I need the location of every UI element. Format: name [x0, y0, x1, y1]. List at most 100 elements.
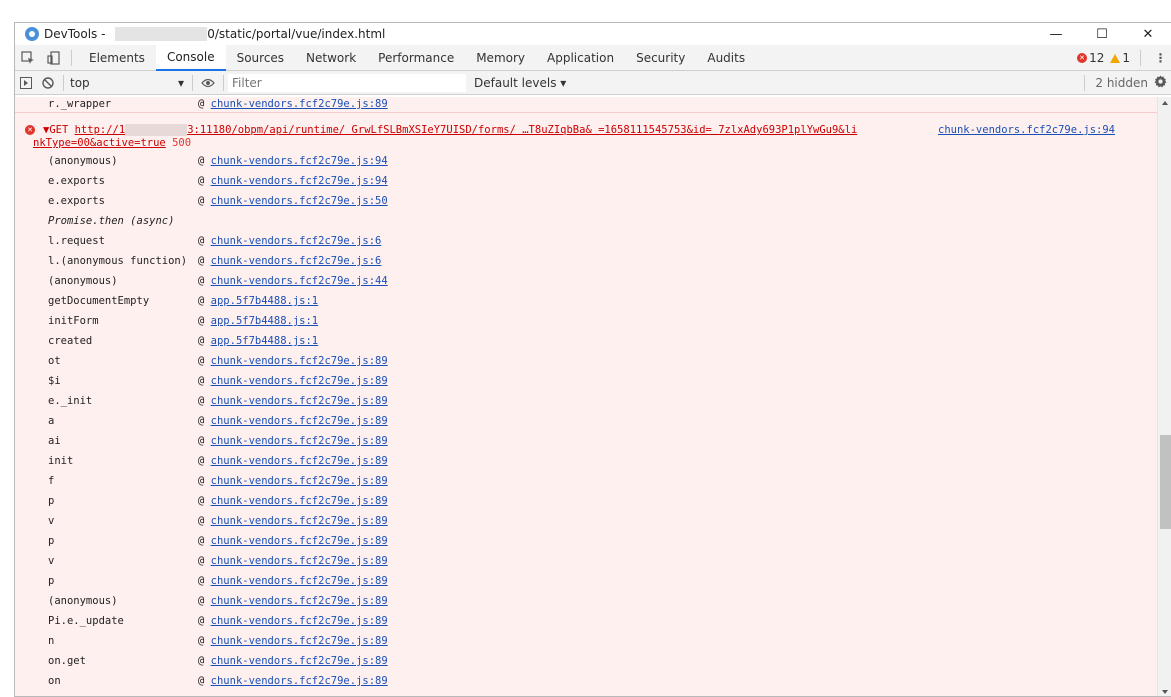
show-sidebar-icon[interactable] [15, 71, 37, 95]
source-link[interactable]: chunk-vendors.fcf2c79e.js:50 [211, 195, 388, 207]
filter-input[interactable] [228, 73, 466, 92]
source-link[interactable]: chunk-vendors.fcf2c79e.js:89 [211, 655, 388, 667]
stack-frame-location: @ chunk-vendors.fcf2c79e.js:94 [198, 175, 388, 187]
tab-console[interactable]: Console [155, 44, 226, 71]
chevron-down-icon: ▾ [177, 75, 184, 90]
request-url-start[interactable]: http://1 [75, 124, 126, 136]
warning-count-badge[interactable]: 1 [1110, 51, 1130, 65]
vertical-scrollbar[interactable] [1157, 97, 1171, 696]
error-source-link[interactable]: chunk-vendors.fcf2c79e.js:94 [938, 123, 1115, 137]
request-url-tail[interactable]: nkType=00&active=true [33, 137, 166, 149]
source-link[interactable]: chunk-vendors.fcf2c79e.js:89 [211, 615, 388, 627]
stack-frame-function: getDocumentEmpty [48, 295, 150, 307]
source-link[interactable]: app.5f7b4488.js:1 [211, 295, 318, 307]
source-link[interactable]: chunk-vendors.fcf2c79e.js:89 [211, 435, 388, 447]
error-message[interactable]: ▼GET http://1 3:11180/obpm/api/runtime/ G… [43, 123, 857, 137]
tab-application[interactable]: Application [536, 45, 625, 71]
source-link[interactable]: chunk-vendors.fcf2c79e.js:89 [211, 575, 388, 587]
source-link[interactable]: chunk-vendors.fcf2c79e.js:89 [211, 355, 388, 367]
stack-frame-row: v @ chunk-vendors.fcf2c79e.js:89 [15, 511, 1157, 531]
source-link[interactable]: app.5f7b4488.js:1 [211, 335, 318, 347]
console-output[interactable]: r._wrapper @ chunk-vendors.fcf2c79e.js:8… [15, 97, 1157, 696]
source-link[interactable]: chunk-vendors.fcf2c79e.js:89 [211, 375, 388, 387]
stack-frame-row: init @ chunk-vendors.fcf2c79e.js:89 [15, 451, 1157, 471]
stack-frame-location: @ chunk-vendors.fcf2c79e.js:89 [198, 415, 388, 427]
scroll-down-icon[interactable] [1162, 690, 1168, 694]
stack-frame-row: on.get @ chunk-vendors.fcf2c79e.js:89 [15, 651, 1157, 671]
source-link[interactable]: chunk-vendors.fcf2c79e.js:89 [211, 395, 388, 407]
tab-memory[interactable]: Memory [465, 45, 536, 71]
panel-tab-bar: Elements Console Sources Network Perform… [15, 44, 1171, 71]
stack-frame-row: e.exports @ chunk-vendors.fcf2c79e.js:94 [15, 171, 1157, 191]
scroll-up-icon[interactable] [1162, 101, 1168, 105]
inspect-element-icon[interactable] [15, 45, 41, 71]
source-link[interactable]: app.5f7b4488.js:1 [211, 315, 318, 327]
tab-network[interactable]: Network [295, 45, 367, 71]
log-levels-dropdown[interactable]: Default levels ▾ [474, 76, 566, 90]
source-link[interactable]: chunk-vendors.fcf2c79e.js:89 [211, 555, 388, 567]
source-link[interactable]: chunk-vendors.fcf2c79e.js:94 [211, 155, 388, 167]
context-selector[interactable]: top ▾ [68, 76, 188, 90]
tab-elements[interactable]: Elements [78, 45, 156, 71]
stack-frame-function: ai [48, 435, 61, 447]
device-toolbar-icon[interactable] [41, 45, 67, 71]
source-link[interactable]: chunk-vendors.fcf2c79e.js:6 [211, 235, 382, 247]
tab-performance[interactable]: Performance [367, 45, 465, 71]
stack-frame-location: @ chunk-vendors.fcf2c79e.js:89 [198, 375, 388, 387]
window-title-path: 0/static/portal/vue/index.html [207, 27, 386, 41]
stack-frame-function: e.exports [48, 195, 105, 207]
source-link[interactable]: chunk-vendors.fcf2c79e.js:44 [211, 275, 388, 287]
stack-frame-location: @ chunk-vendors.fcf2c79e.js:6 [198, 255, 382, 267]
source-link[interactable]: chunk-vendors.fcf2c79e.js:89 [211, 595, 388, 607]
source-link[interactable]: chunk-vendors.fcf2c79e.js:89 [211, 415, 388, 427]
source-link[interactable]: chunk-vendors.fcf2c79e.js:89 [211, 475, 388, 487]
stack-frame-function: r._wrapper [48, 98, 112, 110]
stack-frame-function: (anonymous) [48, 595, 118, 607]
title-bar: DevTools - 0/static/portal/vue/index.htm… [15, 23, 1171, 45]
source-link[interactable]: chunk-vendors.fcf2c79e.js:89 [211, 675, 388, 687]
error-message-row-continued: nkType=00&active=true 500 [15, 137, 1157, 151]
close-button[interactable]: ✕ [1125, 23, 1171, 45]
stack-frame-row: Promise.then (async) [15, 211, 1157, 231]
scrollbar-thumb[interactable] [1160, 435, 1171, 529]
window-controls: — ☐ ✕ [1033, 23, 1171, 45]
stack-frame-location: @ chunk-vendors.fcf2c79e.js:89 [198, 655, 388, 667]
source-link[interactable]: chunk-vendors.fcf2c79e.js:89 [211, 455, 388, 467]
stack-frame-location: @ app.5f7b4488.js:1 [198, 335, 319, 347]
gear-icon[interactable] [1154, 75, 1167, 91]
source-link[interactable]: chunk-vendors.fcf2c79e.js:89 [211, 515, 388, 527]
source-link[interactable]: chunk-vendors.fcf2c79e.js:89 [211, 535, 388, 547]
source-link[interactable]: chunk-vendors.fcf2c79e.js:6 [211, 255, 382, 267]
stack-trace: (anonymous) @ chunk-vendors.fcf2c79e.js:9… [15, 151, 1157, 691]
toolbar-divider [192, 74, 193, 91]
stack-frame-function: p [48, 575, 55, 587]
devtools-window: DevTools - 0/static/portal/vue/index.htm… [14, 22, 1171, 697]
stack-frame-function: initForm [48, 315, 99, 327]
console-message-row: r._wrapper @ chunk-vendors.fcf2c79e.js:8… [15, 97, 1157, 113]
error-count: 12 [1089, 51, 1105, 65]
more-options-icon[interactable]: ⋮ [1153, 51, 1167, 65]
stack-frame-function: ot [48, 355, 61, 367]
tab-security[interactable]: Security [625, 45, 696, 71]
source-link[interactable]: chunk-vendors.fcf2c79e.js:94 [211, 175, 388, 187]
request-url-rest[interactable]: 3:11180/obpm/api/runtime/ GrwLfSLBmXSIeY… [187, 124, 857, 136]
maximize-button[interactable]: ☐ [1079, 23, 1125, 45]
stack-frame-function: $i [48, 375, 61, 387]
error-count-badge[interactable]: ✕ 12 [1077, 51, 1104, 65]
stack-frame-row: (anonymous) @ chunk-vendors.fcf2c79e.js:9… [15, 151, 1157, 171]
stack-frame-location: @ app.5f7b4488.js:1 [198, 295, 319, 307]
source-link[interactable]: chunk-vendors.fcf2c79e.js:89 [211, 98, 388, 110]
live-expression-icon[interactable] [197, 71, 219, 95]
issue-counters: ✕ 12 1 ⋮ [1077, 45, 1167, 71]
hidden-messages-count: 2 hidden [1095, 76, 1148, 90]
stack-frame-function: on.get [48, 655, 86, 667]
clear-console-icon[interactable] [37, 71, 59, 95]
minimize-button[interactable]: — [1033, 23, 1079, 45]
stack-frame-location: @ chunk-vendors.fcf2c79e.js:89 [198, 615, 388, 627]
tab-sources[interactable]: Sources [226, 45, 295, 71]
tab-audits[interactable]: Audits [696, 45, 756, 71]
source-link[interactable]: chunk-vendors.fcf2c79e.js:89 [211, 635, 388, 647]
stack-frame-function: Pi.e._update [48, 615, 124, 627]
source-link[interactable]: chunk-vendors.fcf2c79e.js:89 [211, 495, 388, 507]
toolbar-divider [1084, 75, 1086, 91]
